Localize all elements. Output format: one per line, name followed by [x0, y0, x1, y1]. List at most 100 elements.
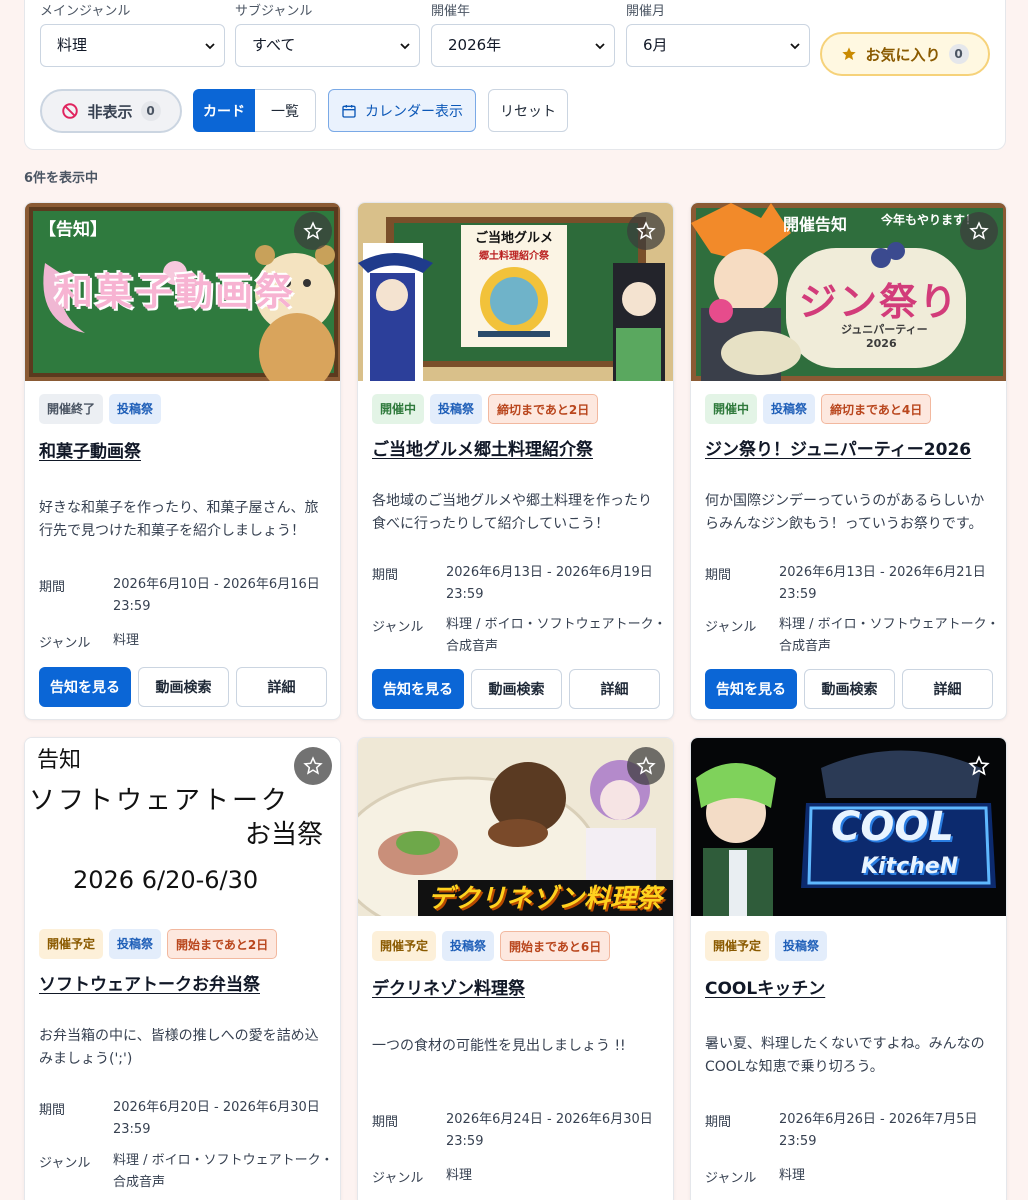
- period-label: 期間: [372, 568, 399, 583]
- month-value: 6月: [643, 36, 668, 54]
- favorites-label: お気に入り: [865, 45, 941, 64]
- event-description: 一つの食材の可能性を見出しましょう !!: [372, 1038, 626, 1054]
- badge-row: 開催中 投稿祭 締切まであと2日: [372, 394, 599, 424]
- period-label: 期間: [39, 1103, 66, 1118]
- chevron-down-icon: [790, 43, 800, 50]
- favorite-star-button[interactable]: [960, 212, 998, 250]
- thumb-line2: 郷土料理紹介祭: [479, 251, 549, 262]
- genre-label: ジャンル: [705, 1171, 757, 1186]
- event-thumbnail[interactable]: ご当地グルメ 郷土料理紹介祭: [358, 203, 673, 381]
- favorite-star-button[interactable]: [627, 212, 665, 250]
- year-label: 開催年: [431, 4, 471, 19]
- event-card: 【告知】 和菓子動画祭 開催終了 投稿祭 和菓子動画祭 好きな和菓子を作ったり、…: [24, 202, 341, 720]
- view-toggle: カード 一覧: [193, 89, 316, 132]
- badge-row: 開催予定 投稿祭 開始まであと6日: [372, 931, 611, 961]
- type-badge: 投稿祭: [775, 931, 828, 961]
- type-badge: 投稿祭: [763, 394, 816, 424]
- genre-value: 料理: [779, 1168, 806, 1183]
- star-outline-icon: [636, 221, 656, 240]
- detail-button[interactable]: 詳細: [236, 667, 327, 707]
- chevron-down-icon: [205, 43, 215, 50]
- favorite-star-button[interactable]: [294, 747, 332, 785]
- event-card: ご当地グルメ 郷土料理紹介祭 開催中 投稿祭 締切まであと2日 ご当地グルメ郷土…: [357, 202, 674, 720]
- event-thumbnail[interactable]: COOL KitcheN: [691, 738, 1006, 916]
- event-thumbnail[interactable]: 【告知】 和菓子動画祭: [25, 203, 340, 381]
- favorite-star-button[interactable]: [960, 747, 998, 785]
- period-value: 2026年6月10日 - 2026年6月16日 23:59: [113, 577, 320, 614]
- badge-row: 開催予定 投稿祭: [705, 931, 828, 961]
- event-title-link[interactable]: デクリネゾン料理祭: [372, 974, 525, 999]
- prohibited-icon: [62, 103, 79, 119]
- thumb-sub: ジュニパーティー: [841, 323, 928, 336]
- status-badge: 開催予定: [705, 931, 770, 961]
- calendar-button[interactable]: カレンダー表示: [328, 89, 476, 132]
- sub-genre-label: サブジャンル: [235, 4, 313, 19]
- event-thumbnail[interactable]: 開催告知 今年もやります！ ジン祭り ジュニパーティー 2026: [691, 203, 1006, 381]
- sub-genre-value: すべて: [252, 36, 296, 54]
- event-thumbnail[interactable]: 告知 ソフトウェアトーク お当祭 2026 6/20-6/30: [25, 738, 340, 916]
- event-title-link[interactable]: 和菓子動画祭: [39, 437, 141, 462]
- genre-label: ジャンル: [39, 1156, 91, 1171]
- hidden-count: 0: [140, 101, 161, 121]
- main-genre-select[interactable]: 料理: [40, 24, 225, 67]
- period-label: 期間: [39, 580, 66, 595]
- event-description: 各地域のご当地グルメや郷土料理を作ったり食べに行ったりして紹介していこう！: [372, 493, 652, 532]
- hidden-button[interactable]: 非表示 0: [40, 89, 182, 133]
- badge-row: 開催予定 投稿祭 開始まであと2日: [39, 929, 278, 959]
- thumb-tag: 【告知】: [39, 220, 107, 240]
- announce-button[interactable]: 告知を見る: [705, 669, 797, 709]
- month-select[interactable]: 6月: [626, 24, 810, 67]
- period-value: 2026年6月13日 - 2026年6月21日 23:59: [779, 565, 986, 602]
- video-search-button[interactable]: 動画検索: [804, 669, 895, 709]
- event-card: COOL KitcheN 開催予定 投稿祭 COOLキッチン 暑い夏、料理したく…: [690, 737, 1007, 1200]
- event-title-link[interactable]: ジン祭り！ジュニパーティー2026: [705, 435, 971, 460]
- event-description: 暑い夏、料理したくないですよね。みんなのCOOLな知恵で乗り切ろう。: [705, 1036, 985, 1075]
- sub-genre-select[interactable]: すべて: [235, 24, 420, 67]
- chevron-down-icon: [595, 43, 605, 50]
- announce-button[interactable]: 告知を見る: [39, 667, 131, 707]
- year-value: 2026年: [448, 36, 502, 54]
- deadline-badge: 締切まであと4日: [821, 394, 932, 424]
- card-actions: 告知を見る 動画検索 詳細: [705, 669, 993, 709]
- genre-value: 料理: [113, 633, 140, 648]
- detail-button[interactable]: 詳細: [902, 669, 993, 709]
- reset-button[interactable]: リセット: [488, 89, 568, 132]
- thumb-line2: ソフトウェアトーク: [29, 786, 291, 816]
- period-label: 期間: [372, 1115, 399, 1130]
- thumb-year: 2026: [866, 337, 897, 350]
- status-badge: 開催予定: [372, 931, 437, 961]
- favorites-button[interactable]: お気に入り 0: [820, 32, 990, 76]
- thumb-line1: ご当地グルメ: [474, 231, 553, 246]
- period-value: 2026年6月26日 - 2026年7月5日 23:59: [779, 1112, 978, 1149]
- event-title-link[interactable]: COOLキッチン: [705, 974, 825, 999]
- deadline-badge: 締切まであと2日: [488, 394, 599, 424]
- thumb-line3: お当祭: [245, 820, 324, 850]
- status-badge: 開催終了: [39, 394, 104, 424]
- video-search-button[interactable]: 動画検索: [471, 669, 562, 709]
- type-badge: 投稿祭: [109, 929, 162, 959]
- period-value: 2026年6月13日 - 2026年6月19日 23:59: [446, 565, 653, 602]
- favorite-star-button[interactable]: [294, 212, 332, 250]
- announce-button[interactable]: 告知を見る: [372, 669, 464, 709]
- event-description: 何か国際ジンデーっていうのがあるらしいからみんなジン飲もう！っていうお祭りです。: [705, 493, 985, 532]
- thumb-line4: 2026 6/20-6/30: [73, 866, 259, 894]
- event-thumbnail[interactable]: デクリネゾン料理祭: [358, 738, 673, 916]
- favorite-star-button[interactable]: [627, 747, 665, 785]
- event-title-link[interactable]: ソフトウェアトークお弁当祭: [39, 970, 260, 995]
- favorites-count: 0: [948, 44, 969, 64]
- calendar-icon: [342, 104, 356, 118]
- type-badge: 投稿祭: [442, 931, 495, 961]
- video-search-button[interactable]: 動画検索: [138, 667, 229, 707]
- detail-button[interactable]: 詳細: [569, 669, 660, 709]
- result-count: 6件を表示中: [24, 171, 99, 186]
- type-badge: 投稿祭: [109, 394, 162, 424]
- view-list-button[interactable]: 一覧: [255, 89, 316, 132]
- event-description: 好きな和菓子を作ったり、和菓子屋さん、旅行先で見つけた和菓子を紹介しましょう！: [39, 500, 319, 539]
- calendar-label: カレンダー表示: [365, 103, 463, 120]
- badge-row: 開催中 投稿祭 締切まであと4日: [705, 394, 932, 424]
- view-card-button[interactable]: カード: [193, 89, 255, 132]
- genre-label: ジャンル: [705, 620, 757, 635]
- star-icon: [842, 47, 857, 60]
- year-select[interactable]: 2026年: [431, 24, 615, 67]
- event-title-link[interactable]: ご当地グルメ郷土料理紹介祭: [372, 435, 593, 460]
